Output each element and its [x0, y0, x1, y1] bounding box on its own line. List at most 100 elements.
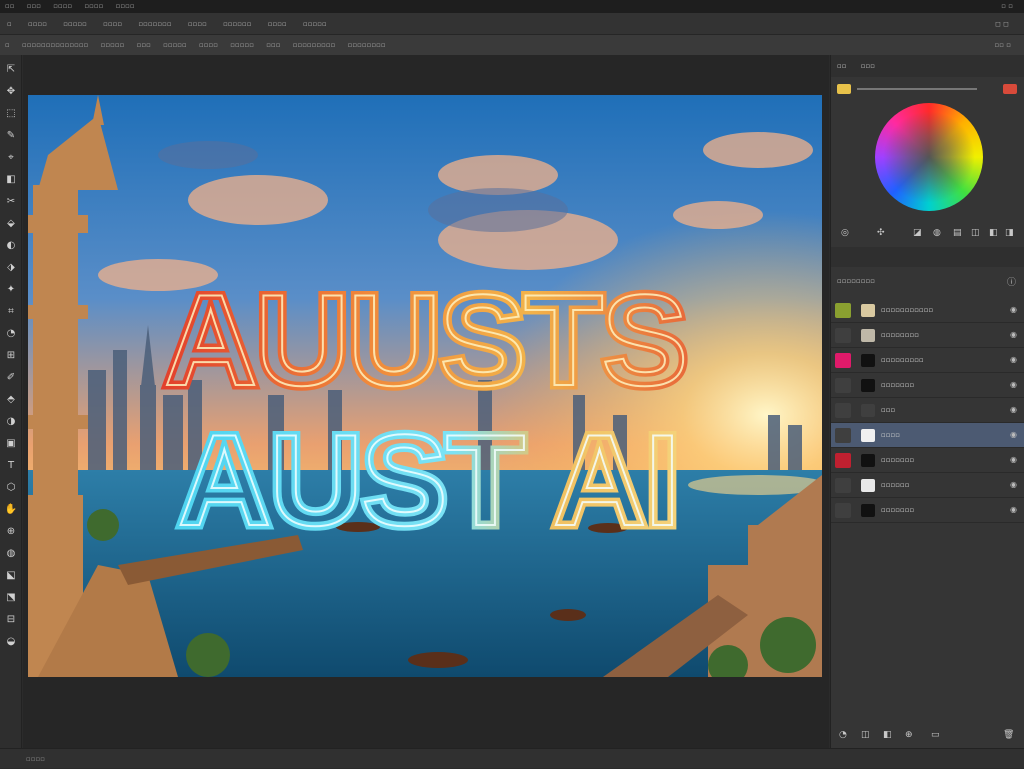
layer-visibility-icon[interactable] [835, 428, 851, 443]
artwork-canvas[interactable]: AUUSTS AUUSTS AUST AI AUST AI [28, 95, 822, 677]
split-right-icon[interactable]: ◨ [1005, 228, 1014, 238]
menu-item[interactable]: ▫▫▫▫ [79, 0, 108, 13]
tool-button[interactable]: T [4, 459, 18, 473]
tool-button[interactable]: ◧ [4, 173, 18, 187]
tab[interactable]: ▫▫▫▫▫▫▫ [131, 13, 178, 35]
group-icon[interactable]: ▭ [931, 730, 940, 740]
tool-button[interactable]: ▣ [4, 437, 18, 451]
layer-visibility-icon[interactable] [835, 453, 851, 468]
list-icon[interactable]: ▤ [953, 228, 962, 238]
option-item[interactable]: ▫▫▫ [261, 35, 285, 55]
tool-button[interactable]: ⬔ [4, 591, 18, 605]
eye-icon[interactable]: ◉ [1010, 330, 1017, 339]
eye-icon[interactable]: ◉ [1010, 455, 1017, 464]
fx-icon[interactable]: ◔ [839, 730, 847, 740]
tab[interactable]: ▫▫▫▫▫ [296, 13, 334, 35]
menu-item[interactable]: ▫▫▫▫ [111, 0, 140, 13]
warning-color-swatch[interactable] [1003, 84, 1017, 94]
tool-button[interactable]: ⬙ [4, 217, 18, 231]
tool-button[interactable]: ✋ [4, 503, 18, 517]
layer-row[interactable]: ▫▫▫▫▫▫▫ ◉ [831, 373, 1024, 398]
option-item[interactable]: ▫▫▫▫ [194, 35, 223, 55]
tool-button[interactable]: ◑ [4, 415, 18, 429]
eye-icon[interactable]: ◉ [1010, 405, 1017, 414]
eye-icon[interactable]: ◉ [1010, 430, 1017, 439]
tab-swatches[interactable]: ▫▫▫ [855, 55, 881, 77]
tool-button[interactable]: ✐ [4, 371, 18, 385]
options-right-controls[interactable]: ▫▫ ▫ [990, 35, 1016, 55]
split-left-icon[interactable]: ◧ [989, 228, 998, 238]
tab-home-icon[interactable]: ▫ [0, 13, 19, 35]
tool-button[interactable]: ⬡ [4, 481, 18, 495]
target-icon[interactable]: ◎ [841, 228, 849, 238]
tool-button[interactable]: ⊟ [4, 613, 18, 627]
tool-button[interactable]: ◒ [4, 635, 18, 649]
adjustment-icon[interactable]: ◧ [883, 730, 892, 740]
tool-button[interactable]: ◐ [4, 239, 18, 253]
options-tool-icon[interactable]: ▫ [0, 35, 15, 55]
tab[interactable]: ▫▫▫▫ [261, 13, 294, 35]
layer-visibility-icon[interactable] [835, 478, 851, 493]
layer-row[interactable]: ▫▫▫▫▫▫▫ ◉ [831, 448, 1024, 473]
option-item[interactable]: ▫▫▫▫▫▫▫▫ [343, 35, 391, 55]
option-item[interactable]: ▫▫▫▫▫ [158, 35, 192, 55]
menu-item[interactable]: ▫▫ [0, 0, 20, 13]
option-item[interactable]: ▫▫▫▫▫▫▫▫▫ [288, 35, 341, 55]
new-layer-icon[interactable]: ⊕ [905, 730, 913, 740]
option-item[interactable]: ▫▫▫▫▫ [96, 35, 130, 55]
tab[interactable]: ▫▫▫▫ [181, 13, 214, 35]
tool-button[interactable]: ⬘ [4, 393, 18, 407]
tool-button[interactable]: ◔ [4, 327, 18, 341]
tool-button[interactable]: ⇱ [4, 63, 18, 77]
eye-icon[interactable]: ◉ [1010, 505, 1017, 514]
tool-button[interactable]: ✦ [4, 283, 18, 297]
option-item[interactable]: ▫▫▫▫▫▫▫▫▫▫▫▫▫▫ [17, 35, 93, 55]
eye-icon[interactable]: ◉ [1010, 380, 1017, 389]
eye-icon[interactable]: ◉ [1010, 355, 1017, 364]
option-item[interactable]: ▫▫▫▫▫ [225, 35, 259, 55]
mask-icon[interactable]: ◫ [861, 730, 870, 740]
eye-icon[interactable]: ◉ [1010, 305, 1017, 314]
layer-row[interactable]: ▫▫▫▫ ◉ [831, 423, 1024, 448]
layer-row[interactable]: ▫▫▫▫▫▫▫ ◉ [831, 498, 1024, 523]
tab[interactable]: ▫▫▫▫▫▫ [216, 13, 258, 35]
tool-button[interactable]: ⊞ [4, 349, 18, 363]
tab[interactable]: ▫▫▫▫ [96, 13, 129, 35]
foreground-color-swatch[interactable] [837, 84, 851, 94]
layer-visibility-icon[interactable] [835, 303, 851, 318]
panel-icon[interactable]: ◫ [971, 228, 980, 238]
layer-row[interactable]: ▫▫▫▫▫▫▫▫ ◉ [831, 323, 1024, 348]
tool-button[interactable]: ✂ [4, 195, 18, 209]
circle-icon[interactable]: ◍ [933, 228, 941, 238]
tab[interactable]: ▫▫▫▫▫ [56, 13, 94, 35]
tab-color[interactable]: ▫▫ [831, 55, 853, 77]
trash-icon[interactable]: 🗑 [1003, 730, 1014, 740]
tabbar-controls[interactable]: ◻ ◻ [988, 13, 1016, 35]
layer-visibility-icon[interactable] [835, 328, 851, 343]
tool-button[interactable]: ⊕ [4, 525, 18, 539]
layers-info-icon[interactable]: ⓘ [1007, 275, 1016, 288]
layer-visibility-icon[interactable] [835, 503, 851, 518]
tool-button[interactable]: ⬗ [4, 261, 18, 275]
color-slider[interactable] [857, 88, 977, 90]
tool-button[interactable]: ◍ [4, 547, 18, 561]
tool-button[interactable]: ⌗ [4, 305, 18, 319]
tool-button[interactable]: ⬕ [4, 569, 18, 583]
window-controls[interactable]: ▫ ▫ [996, 0, 1018, 13]
adjust-icon[interactable]: ✣ [877, 228, 885, 238]
option-item[interactable]: ▫▫▫ [132, 35, 156, 55]
tool-button[interactable]: ⌖ [4, 151, 18, 165]
eye-icon[interactable]: ◉ [1010, 480, 1017, 489]
layer-visibility-icon[interactable] [835, 403, 851, 418]
tool-button[interactable]: ⬚ [4, 107, 18, 121]
tab[interactable]: ▫▫▫▫ [21, 13, 54, 35]
tool-button[interactable]: ✎ [4, 129, 18, 143]
layer-row[interactable]: ▫▫▫▫▫▫▫▫▫▫▫ ◉ [831, 298, 1024, 323]
layer-visibility-icon[interactable] [835, 378, 851, 393]
layer-row[interactable]: ▫▫▫▫▫▫ ◉ [831, 473, 1024, 498]
tool-button[interactable]: ✥ [4, 85, 18, 99]
half-square-icon[interactable]: ◪ [913, 228, 922, 238]
color-wheel[interactable] [875, 103, 983, 211]
layer-row[interactable]: ▫▫▫ ◉ [831, 398, 1024, 423]
layer-visibility-icon[interactable] [835, 353, 851, 368]
